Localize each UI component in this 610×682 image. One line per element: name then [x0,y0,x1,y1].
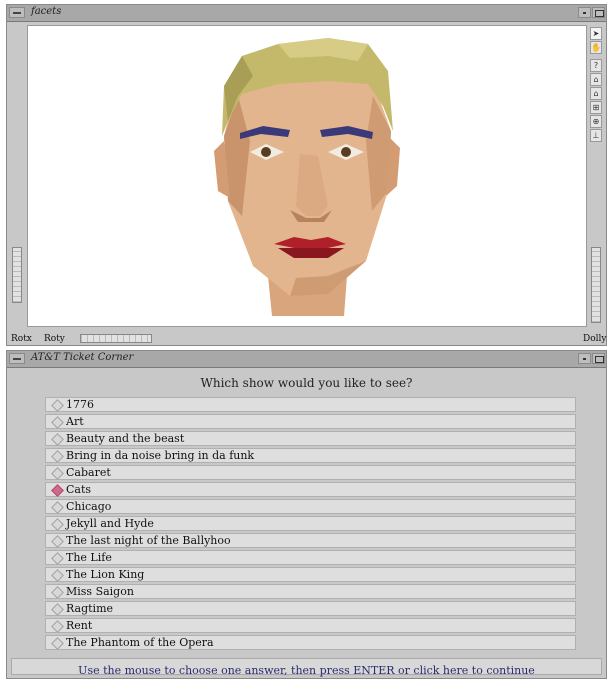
show-option-label: Cats [66,483,92,496]
show-option-label: The Phantom of the Opera [66,636,214,649]
minimize-button[interactable] [578,7,591,18]
show-option-label: The Lion King [66,568,145,581]
pointer-arrow-icon[interactable]: ➤ [590,27,602,40]
radio-diamond-icon[interactable] [51,569,64,582]
radio-diamond-icon[interactable] [51,637,64,650]
show-option[interactable]: Beauty and the beast [45,431,576,446]
perspective-camera-icon[interactable]: ⊥ [590,129,602,142]
show-option[interactable]: Miss Saigon [45,584,576,599]
show-option-label: Bring in da noise bring in da funk [66,449,255,462]
3d-viewport[interactable] [27,25,587,327]
help-question-icon[interactable]: ? [590,59,602,72]
show-option-label: Rent [66,619,93,632]
radio-diamond-icon[interactable] [51,620,64,633]
rotx-label: Rotx [11,334,32,344]
radio-diamond-icon[interactable] [51,467,64,480]
show-option-label: Cabaret [66,466,111,479]
radio-diamond-icon[interactable] [51,416,64,429]
ticket-corner-window: AT&T Ticket Corner Which show would you … [6,350,607,679]
show-option[interactable]: 1776 [45,397,576,412]
show-option-label: The Life [66,551,112,564]
show-option-label: Ragtime [66,602,114,615]
radio-diamond-icon[interactable] [51,535,64,548]
set-home-icon[interactable]: ⌂ [590,87,602,100]
show-option[interactable]: The Lion King [45,567,576,582]
show-option-label: Beauty and the beast [66,432,185,445]
dolly-thumbwheel[interactable] [591,247,601,323]
radio-diamond-icon[interactable] [51,552,64,565]
show-option-label: Jekyll and Hyde [66,517,154,530]
radio-diamond-icon[interactable] [51,433,64,446]
radio-diamond-icon[interactable] [51,603,64,616]
dolly-label: Dolly [583,334,607,344]
show-option-label: 1776 [66,398,94,411]
show-option-label: Art [66,415,84,428]
view-all-icon[interactable]: ⊞ [590,101,602,114]
show-option[interactable]: The Phantom of the Opera [45,635,576,650]
question-text: Which show would you like to see? [200,376,413,390]
show-option[interactable]: The last night of the Ballyhoo [45,533,576,548]
face-3d-model[interactable] [28,26,586,326]
viewer-window-title: facets [31,6,62,17]
window-menu-button[interactable] [9,7,25,18]
show-option-label: Chicago [66,500,112,513]
continue-button[interactable]: Use the mouse to choose one answer, then… [11,658,602,677]
viewer-titlebar[interactable]: facets [7,5,606,22]
face-viewer-window: facets Rotx Roty Dolly ➤ ✋ ? ⌂ ⌂ ⊞ ⊕ ⊥ [6,4,607,346]
show-option[interactable]: Rent [45,618,576,633]
radio-diamond-icon[interactable] [51,450,64,463]
home-icon[interactable]: ⌂ [590,73,602,86]
radio-diamond-icon[interactable] [51,399,64,412]
hand-pan-icon[interactable]: ✋ [590,41,602,54]
show-option-label: The last night of the Ballyhoo [66,534,231,547]
show-option[interactable]: Ragtime [45,601,576,616]
seek-target-icon[interactable]: ⊕ [590,115,602,128]
show-option[interactable]: The Life [45,550,576,565]
show-option-label: Miss Saigon [66,585,134,598]
show-option[interactable]: Chicago [45,499,576,514]
continue-instruction-text: Use the mouse to choose one answer, then… [78,664,535,677]
roty-label: Roty [44,334,65,344]
window-menu-button[interactable] [9,353,25,364]
ticket-window-title: AT&T Ticket Corner [31,352,134,363]
rotx-thumbwheel[interactable] [12,247,22,303]
radio-diamond-icon[interactable] [51,586,64,599]
maximize-button[interactable] [592,7,605,18]
show-option[interactable]: Jekyll and Hyde [45,516,576,531]
show-option[interactable]: Bring in da noise bring in da funk [45,448,576,463]
radio-diamond-icon[interactable] [51,501,64,514]
show-option[interactable]: Cabaret [45,465,576,480]
radio-diamond-icon[interactable] [51,484,64,497]
roty-thumbwheel[interactable] [80,334,152,343]
show-option[interactable]: Art [45,414,576,429]
radio-diamond-icon[interactable] [51,518,64,531]
ticket-titlebar[interactable]: AT&T Ticket Corner [7,351,606,368]
show-option[interactable]: Cats [45,482,576,497]
maximize-button[interactable] [592,353,605,364]
minimize-button[interactable] [578,353,591,364]
